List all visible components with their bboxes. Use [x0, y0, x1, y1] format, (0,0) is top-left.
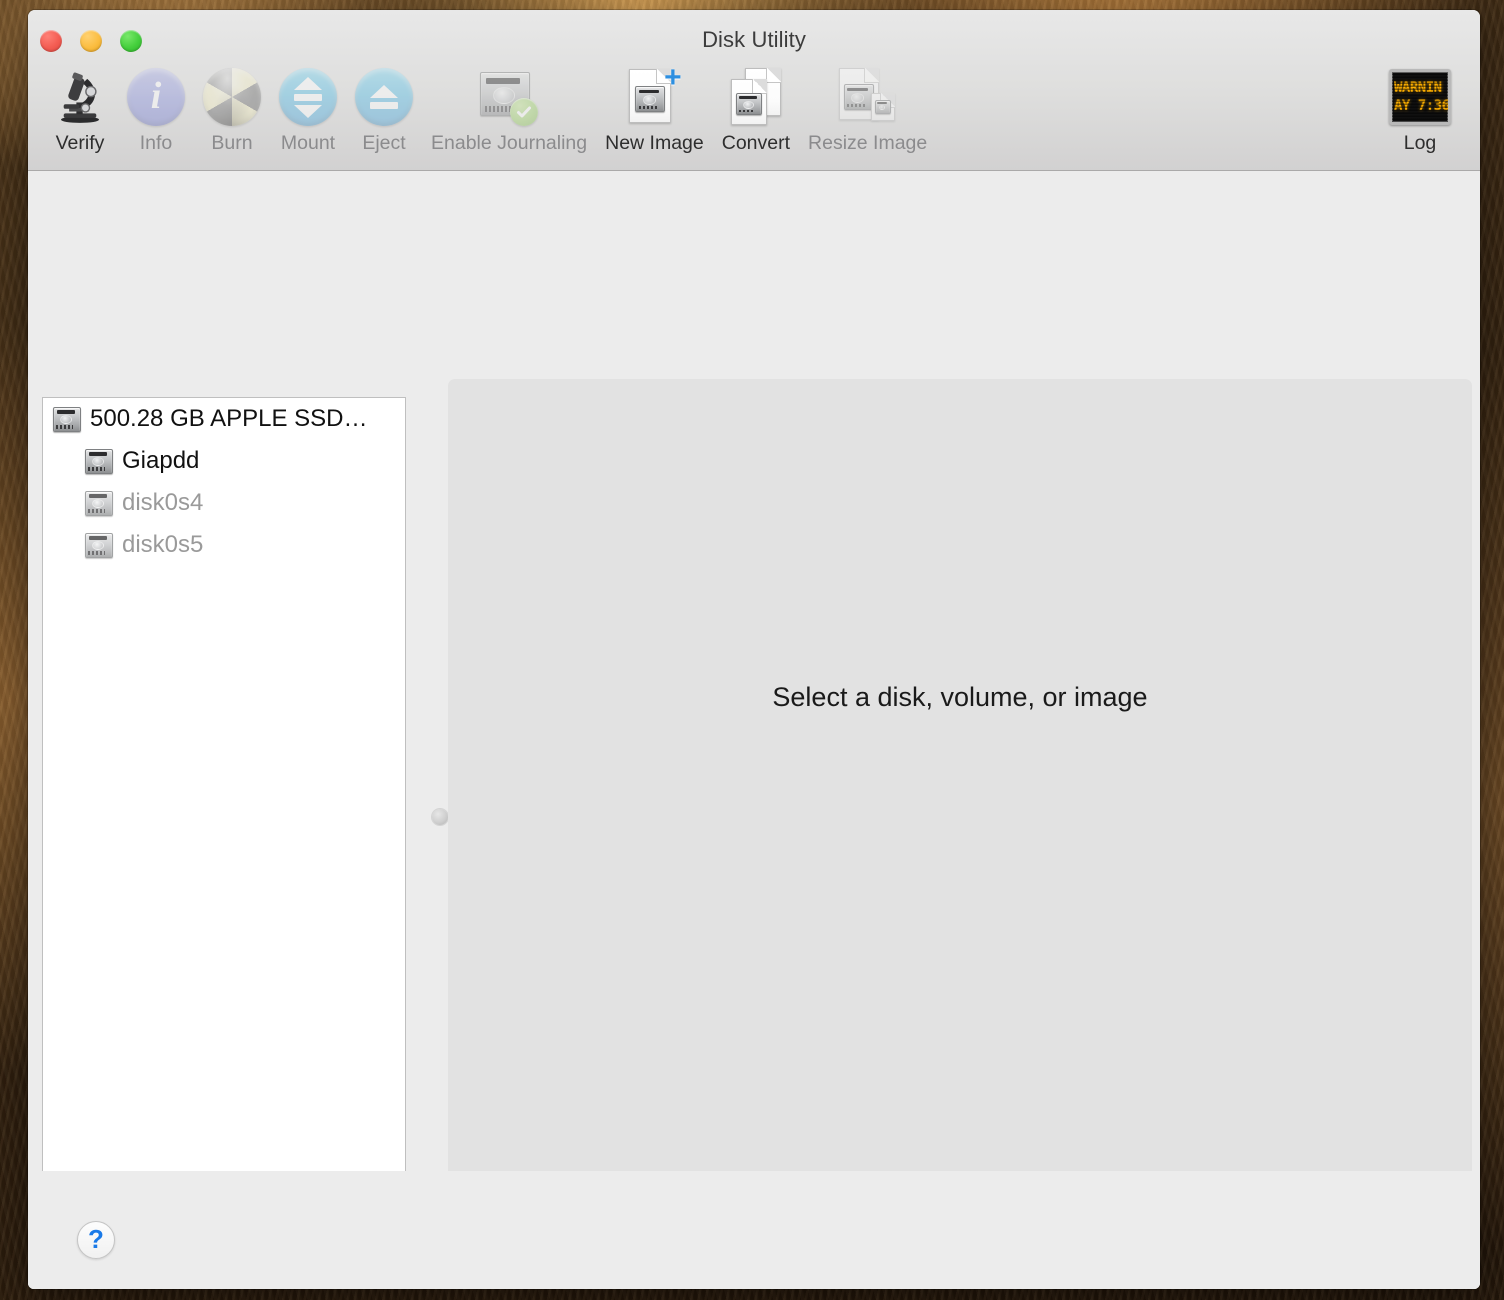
sidebar-label-giapdd: Giapdd	[122, 447, 200, 474]
toolbar-button-log[interactable]: WARNIN AY 7:36 Log	[1380, 66, 1460, 155]
toolbar-button-convert[interactable]: Convert	[713, 66, 799, 155]
toolbar: Disk Utility Verify i Info Burn Mount Ej…	[28, 10, 1480, 171]
toolbar-label-burn: Burn	[211, 132, 253, 154]
toolbar-items: Verify i Info Burn Mount Eject Enable Jo…	[42, 61, 936, 155]
log-display-icon: WARNIN AY 7:36	[1389, 66, 1451, 128]
mount-icon	[279, 66, 337, 128]
microscope-icon	[51, 66, 109, 128]
toolbar-label-resize-image: Resize Image	[808, 132, 928, 154]
sidebar-label-apple-ssd: 500.28 GB APPLE SSD…	[90, 405, 368, 432]
toolbar-label-eject: Eject	[362, 132, 406, 154]
toolbar-button-info[interactable]: i Info	[118, 66, 194, 155]
window-title: Disk Utility	[702, 27, 806, 52]
detail-placeholder-text: Select a disk, volume, or image	[772, 682, 1148, 712]
toolbar-button-resize-image[interactable]: Resize Image	[799, 66, 936, 155]
sidebar-item-disk0s4[interactable]: disk0s4	[43, 482, 405, 524]
sidebar-item-disk0s5[interactable]: disk0s5	[43, 524, 405, 566]
sidebar-label-disk0s4: disk0s4	[122, 489, 204, 516]
toolbar-label-verify: Verify	[55, 132, 105, 154]
sidebar-label-disk0s5: disk0s5	[122, 531, 204, 558]
toolbar-label-convert: Convert	[721, 132, 791, 154]
detail-panel: Select a disk, volume, or image	[448, 379, 1472, 1257]
footer-bar: ?	[28, 1171, 1480, 1289]
sidebar-item-giapdd[interactable]: Giapdd	[43, 440, 405, 482]
hard-disk-icon	[53, 406, 81, 432]
help-button[interactable]: ?	[77, 1221, 115, 1259]
toolbar-label-log: Log	[1403, 132, 1437, 154]
toolbar-label-info: Info	[139, 132, 173, 154]
toolbar-button-burn[interactable]: Burn	[194, 66, 270, 155]
toolbar-button-eject[interactable]: Eject	[346, 66, 422, 155]
new-image-document-icon: +	[623, 61, 685, 128]
toolbar-label-new-image: New Image	[605, 132, 704, 154]
eject-icon	[355, 66, 413, 128]
toolbar-label-enable-journaling: Enable Journaling	[431, 132, 588, 154]
toolbar-button-new-image[interactable]: + New Image	[596, 61, 713, 155]
sidebar-item-apple-ssd[interactable]: 500.28 GB APPLE SSD…	[43, 398, 405, 440]
hard-disk-icon	[85, 448, 113, 474]
burn-disc-icon	[203, 66, 261, 128]
device-sidebar[interactable]: 500.28 GB APPLE SSD… Giapdd disk0s4 disk…	[42, 397, 406, 1239]
toolbar-button-enable-journaling[interactable]: Enable Journaling	[422, 66, 596, 155]
disk-utility-window: Disk Utility Verify i Info Burn Mount Ej…	[28, 10, 1480, 1289]
hard-disk-icon	[85, 490, 113, 516]
toolbar-button-verify[interactable]: Verify	[42, 66, 118, 155]
resize-image-icon	[837, 66, 899, 128]
split-view-handle[interactable]	[432, 809, 448, 825]
info-circle-icon: i	[127, 66, 185, 128]
convert-documents-icon	[725, 66, 787, 128]
toolbar-button-mount[interactable]: Mount	[270, 66, 346, 155]
plus-badge-icon: +	[664, 61, 682, 94]
toolbar-label-mount: Mount	[280, 132, 336, 154]
checkmark-icon	[510, 98, 539, 126]
journaling-disk-icon	[478, 66, 540, 128]
hard-disk-icon	[85, 532, 113, 558]
log-screen-line-1: WARNIN	[1394, 80, 1442, 96]
content-area: 500.28 GB APPLE SSD… Giapdd disk0s4 disk…	[28, 171, 1480, 1289]
log-screen-line-2: AY 7:36	[1394, 98, 1448, 114]
